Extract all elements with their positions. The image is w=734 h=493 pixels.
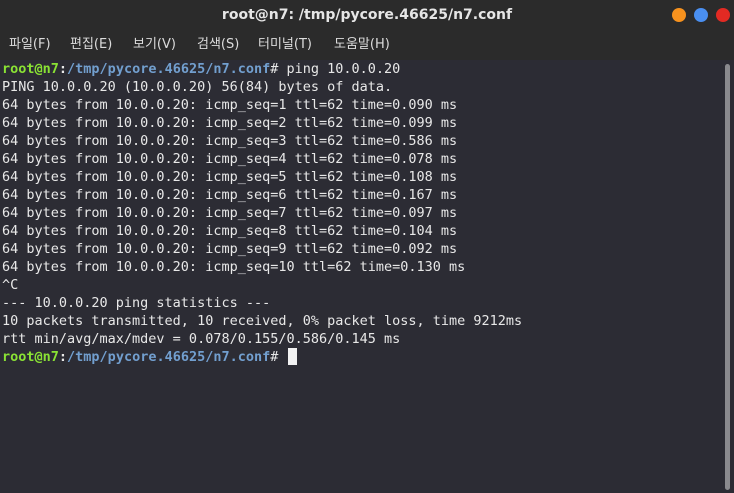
- menu-terminal[interactable]: 터미널(T): [258, 37, 312, 53]
- command-text: ping 10.0.0.20: [286, 61, 401, 77]
- output-line: rtt min/avg/max/mdev = 0.078/0.155/0.586…: [2, 331, 401, 347]
- terminal-output[interactable]: root@n7:/tmp/pycore.46625/n7.conf# ping …: [0, 60, 722, 493]
- command-line: root@n7:/tmp/pycore.46625/n7.conf# ping …: [2, 60, 400, 78]
- output-line: 10 packets transmitted, 10 received, 0% …: [2, 313, 523, 329]
- menu-file[interactable]: 파일(F): [9, 37, 51, 53]
- prompt-path: /tmp/pycore.46625/n7.conf: [67, 349, 271, 365]
- prompt-path: /tmp/pycore.46625/n7.conf: [67, 61, 271, 77]
- text-cursor: [287, 348, 297, 365]
- output-line: 64 bytes from 10.0.0.20: icmp_seq=3 ttl=…: [2, 133, 458, 149]
- prompt-user: root@n7: [2, 61, 59, 77]
- output-line: 64 bytes from 10.0.0.20: icmp_seq=4 ttl=…: [2, 151, 458, 167]
- output-line: 64 bytes from 10.0.0.20: icmp_seq=2 ttl=…: [2, 115, 458, 131]
- minimize-button[interactable]: [672, 8, 686, 22]
- prompt-symbol: #: [270, 349, 287, 365]
- output-line: ^C: [2, 277, 19, 293]
- output-line: --- 10.0.0.20 ping statistics ---: [2, 295, 271, 311]
- prompt-user: root@n7: [2, 349, 59, 365]
- current-prompt-line: root@n7:/tmp/pycore.46625/n7.conf#: [2, 348, 297, 366]
- prompt-symbol: #: [270, 61, 287, 77]
- menu-edit[interactable]: 편집(E): [70, 37, 112, 53]
- prompt-colon: :: [58, 349, 68, 365]
- maximize-button[interactable]: [694, 8, 708, 22]
- menu-help[interactable]: 도움말(H): [334, 37, 390, 53]
- menu-search[interactable]: 검색(S): [197, 37, 239, 53]
- output-line: PING 10.0.0.20 (10.0.0.20) 56(84) bytes …: [2, 79, 393, 95]
- output-line: 64 bytes from 10.0.0.20: icmp_seq=10 ttl…: [2, 259, 466, 275]
- output-line: 64 bytes from 10.0.0.20: icmp_seq=9 ttl=…: [2, 241, 458, 257]
- scrollbar-thumb[interactable]: [725, 64, 730, 490]
- title-bar[interactable]: root@n7: /tmp/pycore.46625/n7.conf: [0, 0, 734, 30]
- terminal-window: root@n7: /tmp/pycore.46625/n7.conf 파일(F)…: [0, 0, 734, 493]
- close-button[interactable]: [716, 8, 730, 22]
- prompt-colon: :: [58, 61, 68, 77]
- vertical-scrollbar[interactable]: [722, 60, 734, 493]
- menu-bar: 파일(F) 편집(E) 보기(V) 검색(S) 터미널(T) 도움말(H): [0, 30, 734, 60]
- window-title: root@n7: /tmp/pycore.46625/n7.conf: [221, 7, 513, 23]
- output-line: 64 bytes from 10.0.0.20: icmp_seq=6 ttl=…: [2, 187, 458, 203]
- output-line: 64 bytes from 10.0.0.20: icmp_seq=1 ttl=…: [2, 97, 458, 113]
- output-line: 64 bytes from 10.0.0.20: icmp_seq=7 ttl=…: [2, 205, 458, 221]
- output-line: 64 bytes from 10.0.0.20: icmp_seq=8 ttl=…: [2, 223, 458, 239]
- menu-view[interactable]: 보기(V): [133, 37, 176, 53]
- output-line: 64 bytes from 10.0.0.20: icmp_seq=5 ttl=…: [2, 169, 458, 185]
